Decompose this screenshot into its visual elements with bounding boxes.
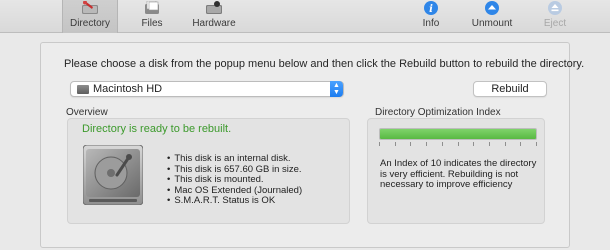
toolbar-eject-label: Eject	[543, 18, 567, 29]
chevron-updown-icon[interactable]: ▲ ▼	[330, 81, 343, 97]
files-icon	[141, 0, 163, 15]
doi-description: An Index of 10 indicates the directory i…	[380, 158, 537, 190]
eject-icon	[544, 1, 566, 15]
gauge-tick	[473, 142, 474, 146]
gauge-tick	[520, 142, 521, 146]
unmount-icon	[481, 1, 503, 15]
list-item: This disk is mounted.	[167, 174, 302, 186]
overview-title: Overview	[66, 107, 108, 118]
hard-drive-icon	[82, 144, 144, 206]
toolbar-files-label: Files	[141, 18, 163, 29]
gauge-tick	[395, 142, 396, 146]
gauge-tick	[410, 142, 411, 146]
hard-disk-icon	[77, 85, 89, 94]
toolbar-directory-button[interactable]: Directory	[62, 0, 118, 33]
disk-facts-list: This disk is an internal disk. This disk…	[167, 153, 302, 207]
wrench-disk-icon	[79, 0, 101, 15]
list-item: This disk is an internal disk.	[167, 153, 302, 165]
list-item: S.M.A.R.T. Status is OK	[167, 195, 302, 207]
gauge-tick	[426, 142, 427, 146]
status-text: Directory is ready to be rebuilt.	[82, 123, 232, 135]
instructions-text: Please choose a disk from the popup menu…	[64, 58, 585, 70]
gauge-tick	[505, 142, 506, 146]
toolbar-hardware-label: Hardware	[192, 18, 236, 29]
disk-popup-value: Macintosh HD	[93, 83, 163, 95]
toolbar-unmount-label: Unmount	[471, 18, 513, 29]
gauge-tick	[536, 142, 537, 146]
hardware-icon	[203, 1, 225, 15]
gauge-fill	[380, 129, 536, 139]
gauge-tick	[442, 142, 443, 146]
rebuild-button[interactable]: Rebuild	[473, 81, 547, 97]
svg-text:i: i	[429, 4, 433, 15]
disk-popup[interactable]: Macintosh HD ▲ ▼	[70, 81, 344, 97]
gauge-tick	[458, 142, 459, 146]
toolbar-info-button[interactable]: i Info	[416, 0, 446, 33]
gauge-tick	[379, 142, 380, 146]
toolbar: Directory Files Hardware i Info Unmount …	[0, 0, 610, 33]
info-icon: i	[420, 1, 442, 15]
optimization-gauge	[379, 128, 537, 140]
toolbar-directory-label: Directory	[69, 18, 110, 29]
toolbar-eject-button[interactable]: Eject	[540, 0, 570, 33]
gauge-ticks	[379, 142, 537, 147]
toolbar-info-label: Info	[422, 18, 440, 29]
toolbar-unmount-button[interactable]: Unmount	[472, 0, 512, 33]
toolbar-files-button[interactable]: Files	[132, 0, 172, 33]
doi-title: Directory Optimization Index	[375, 107, 501, 118]
gauge-tick	[489, 142, 490, 146]
toolbar-hardware-button[interactable]: Hardware	[190, 0, 238, 33]
